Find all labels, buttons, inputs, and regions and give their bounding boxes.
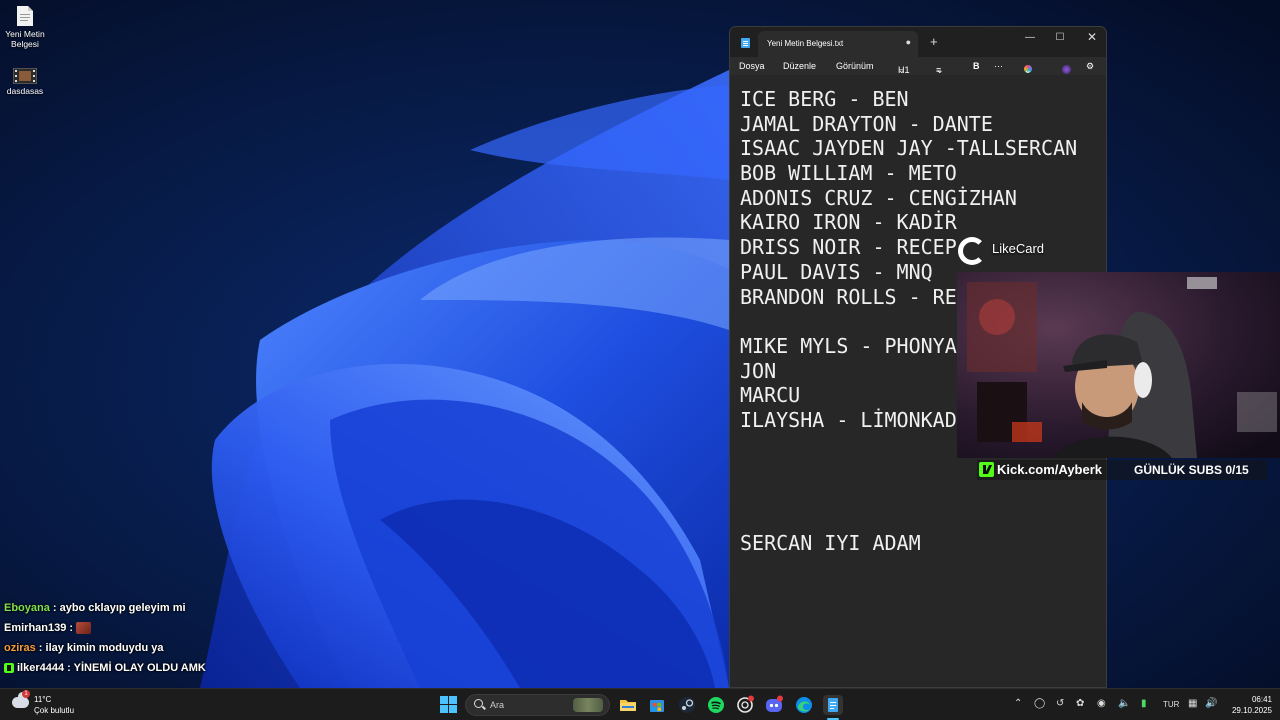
notepad-taskbar-icon[interactable] <box>823 695 843 715</box>
taskbar-search[interactable]: Ara <box>465 694 610 716</box>
chat-username: Emirhan139 <box>4 622 67 634</box>
taskbar: 1 11°C Çok bulutlu Ara ⌃ ◯ ↺ ✿ ◉ 🔈 ▮ TUR… <box>0 688 1280 720</box>
streamer-info-bar: Kick.com/Ayberk GÜNLÜK SUBS 0/15 <box>977 460 1267 480</box>
kick-channel-url: Kick.com/Ayberk <box>997 462 1103 477</box>
daily-subs-goal: GÜNLÜK SUBS 0/15 <box>1134 463 1249 477</box>
desktop-icon-label: dasdasas <box>6 86 44 96</box>
weather-widget[interactable]: 1 11°C Çok bulutlu <box>12 690 122 718</box>
text-line[interactable]: ICE BERG - BEN <box>740 87 1106 112</box>
search-icon <box>474 699 483 708</box>
text-line[interactable]: ISAAC JAYDEN JAY -TALLSERCAN <box>740 136 1106 161</box>
notification-badge: 1 <box>22 690 30 698</box>
desktop-icon-text-file[interactable]: Yeni Metin Belgesi <box>0 5 50 49</box>
chat-username: oziras <box>4 642 36 654</box>
new-tab-button[interactable]: + <box>930 34 938 49</box>
tray-app-icon[interactable]: ✿ <box>1076 698 1084 709</box>
close-button[interactable]: ✕ <box>1082 30 1102 44</box>
weather-description: Çok bulutlu <box>34 706 75 715</box>
text-line[interactable]: SERCAN IYI ADAM <box>740 531 1106 556</box>
kick-logo-icon <box>979 462 994 477</box>
chat-message: oziras : ilay kimin moduydu ya <box>4 638 334 658</box>
maximize-button[interactable]: ☐ <box>1050 32 1070 43</box>
chat-text: : ilay kimin moduydu ya <box>38 642 164 654</box>
notepad-tab[interactable]: Yeni Metin Belgesi.txt ● <box>758 31 918 57</box>
chat-message: Emirhan139 : <box>4 618 334 638</box>
webcam-feed <box>957 272 1280 458</box>
text-line[interactable] <box>740 507 1106 532</box>
clock[interactable]: 06:41 29.10.2025 <box>1222 694 1272 716</box>
chat-username: ilker4444 <box>17 662 65 674</box>
file-explorer-icon[interactable] <box>618 695 638 715</box>
desktop-icon-video-file[interactable]: dasdasas <box>0 68 50 96</box>
chat-text: : aybo cklayıp geleyim mi <box>52 602 186 614</box>
windows-logo-icon <box>449 696 457 704</box>
tray-app-icon[interactable]: ◯ <box>1034 698 1045 709</box>
start-button[interactable] <box>439 695 459 715</box>
video-file-icon <box>13 68 37 84</box>
windows-logo-icon <box>449 705 457 713</box>
notepad-titlebar[interactable]: Yeni Metin Belgesi.txt ● + — ☐ ✕ <box>730 27 1106 57</box>
chat-text: : <box>69 622 74 634</box>
notification-badge <box>748 695 754 702</box>
tray-app-icon[interactable]: ↺ <box>1056 698 1064 709</box>
likecard-logo-icon <box>958 237 986 265</box>
menu-view[interactable]: Görünüm <box>836 61 874 71</box>
more-button[interactable]: ··· <box>994 61 1003 71</box>
clock-date: 29.10.2025 <box>1231 706 1272 715</box>
avatar <box>1062 65 1071 74</box>
minimize-button[interactable]: — <box>1020 32 1040 43</box>
show-hidden-icons-chevron-icon[interactable]: ⌃ <box>1014 698 1022 709</box>
volume-icon[interactable]: 🔈 <box>1118 698 1130 709</box>
menu-file[interactable]: Dosya <box>739 61 765 71</box>
notepad-menubar: Dosya Düzenle Görünüm H1 ⌄ ≡ ⌄ B ··· ⌄ ⚙ <box>730 57 1106 75</box>
search-placeholder: Ara <box>490 700 505 710</box>
chat-text: : YİNEMİ OLAY OLDU AMK <box>67 662 206 674</box>
windows-logo-icon <box>440 705 448 713</box>
steam-icon[interactable] <box>677 695 697 715</box>
edge-browser-icon[interactable] <box>794 695 814 715</box>
tab-title: Yeni Metin Belgesi.txt <box>767 39 844 48</box>
network-icon[interactable]: ▦ <box>1188 698 1197 709</box>
menu-edit[interactable]: Düzenle <box>783 61 816 71</box>
spotify-icon[interactable] <box>706 695 726 715</box>
text-line[interactable]: ADONIS CRUZ - CENGİZHAN <box>740 186 1106 211</box>
notepad-app-icon <box>741 38 750 48</box>
sponsor-logo: LikeCard <box>958 235 1068 265</box>
text-file-icon <box>17 6 33 26</box>
microphone-icon[interactable]: ▮ <box>1141 698 1147 709</box>
steam-tray-icon[interactable]: ◉ <box>1097 698 1106 709</box>
cloudy-weather-icon <box>12 692 29 708</box>
desktop-icon-label: Yeni Metin <box>5 29 45 39</box>
unsaved-indicator-icon[interactable]: ● <box>906 37 911 47</box>
text-line[interactable]: JAMAL DRAYTON - DANTE <box>740 112 1106 137</box>
windows-logo-icon <box>440 696 448 704</box>
chat-message: ilker4444 : YİNEMİ OLAY OLDU AMK <box>4 658 334 678</box>
chat-emote-icon <box>76 622 92 634</box>
settings-gear-icon[interactable]: ⚙ <box>1086 61 1094 72</box>
kick-badge-icon <box>4 663 14 673</box>
chat-username: Eboyana <box>4 602 50 614</box>
chat-message: Eboyana : aybo cklayıp geleyim mi <box>4 598 334 618</box>
text-line[interactable]: KAIRO IRON - KADİR <box>740 210 1106 235</box>
microsoft-store-icon[interactable] <box>647 695 667 715</box>
language-indicator[interactable]: TUR <box>1163 700 1179 709</box>
bold-button[interactable]: B <box>973 61 980 71</box>
speaker-icon[interactable]: 🔊 <box>1205 698 1217 709</box>
sponsor-name: LikeCard <box>992 241 1045 256</box>
desktop-icon-label: Belgesi <box>11 39 39 49</box>
weather-temperature: 11°C <box>34 695 52 704</box>
chatgpt-icon[interactable] <box>735 695 755 715</box>
stream-chat-overlay: Eboyana : aybo cklayıp geleyim mi Emirha… <box>4 598 334 678</box>
search-highlight-image <box>573 698 603 712</box>
text-line[interactable] <box>740 482 1106 507</box>
notification-badge <box>777 695 783 702</box>
text-line[interactable]: BOB WILLIAM - METO <box>740 161 1106 186</box>
clock-time: 06:41 <box>1251 695 1272 704</box>
discord-icon[interactable] <box>764 695 784 715</box>
